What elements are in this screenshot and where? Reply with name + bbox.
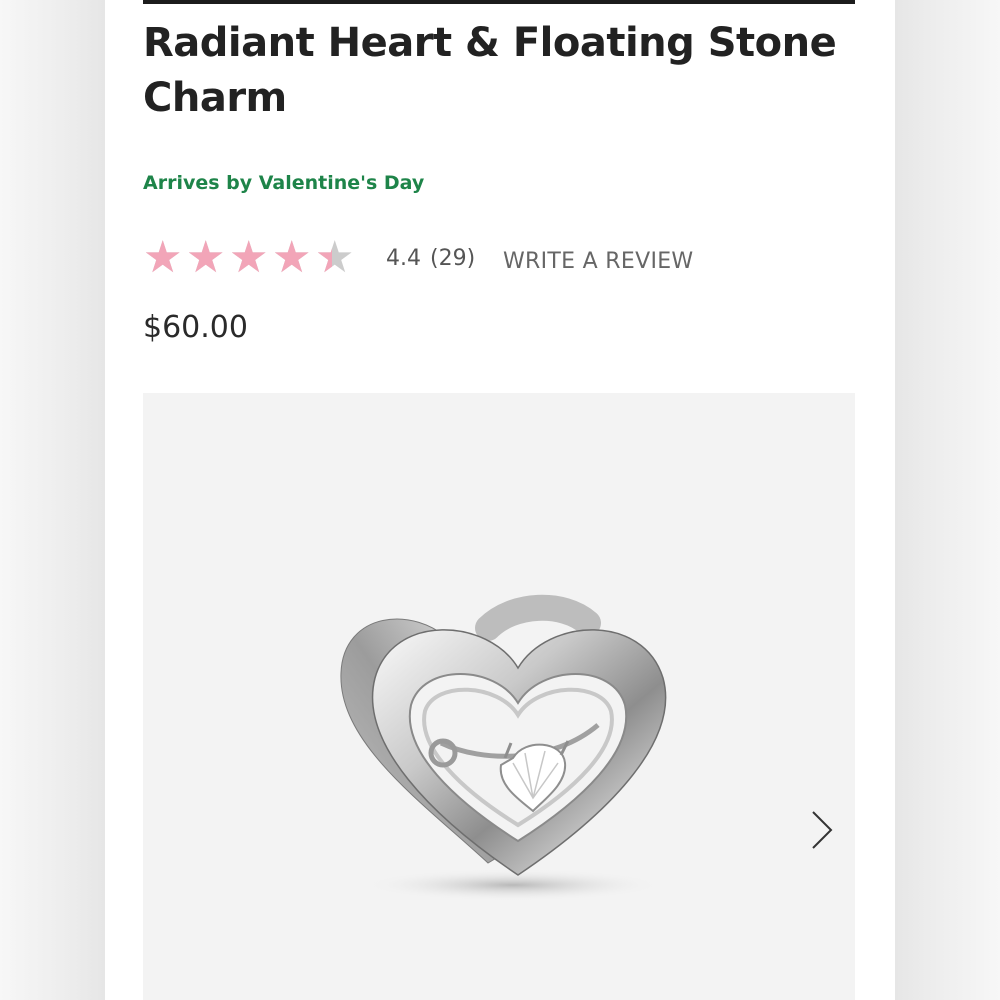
review-count[interactable]: (29)	[430, 246, 475, 271]
chevron-right-icon[interactable]	[807, 808, 837, 852]
product-title: Radiant Heart & Floating Stone Charm	[143, 20, 837, 121]
star-icon: ★★	[186, 236, 229, 280]
star-fill: ★	[143, 236, 183, 280]
star-icon: ★★	[272, 236, 315, 280]
star-fill: ★	[186, 236, 226, 280]
star-fill: ★	[315, 236, 332, 280]
star-icon: ★★	[315, 232, 355, 283]
delivery-note: Arrives by Valentine's Day	[143, 172, 425, 194]
backdrop-right	[895, 0, 1000, 1000]
star-fill: ★	[229, 236, 269, 280]
rating-row: ★★★★★★★★★★ 4.4 (29) WRITE A REVIEW	[143, 236, 855, 280]
heart-charm-image	[340, 594, 667, 901]
backdrop-left	[0, 0, 105, 1000]
write-review-link[interactable]: WRITE A REVIEW	[503, 249, 693, 274]
product-image-gallery[interactable]	[143, 393, 855, 1000]
star-rating[interactable]: ★★★★★★★★★★	[143, 236, 358, 280]
product-panel: Radiant Heart & Floating Stone Charm Arr…	[105, 0, 895, 1000]
product-price: $60.00	[143, 310, 248, 345]
top-divider	[143, 0, 855, 4]
star-fill: ★	[272, 236, 312, 280]
star-icon: ★★	[143, 236, 186, 280]
rating-value: 4.4	[386, 246, 421, 271]
star-icon: ★★	[229, 236, 272, 280]
